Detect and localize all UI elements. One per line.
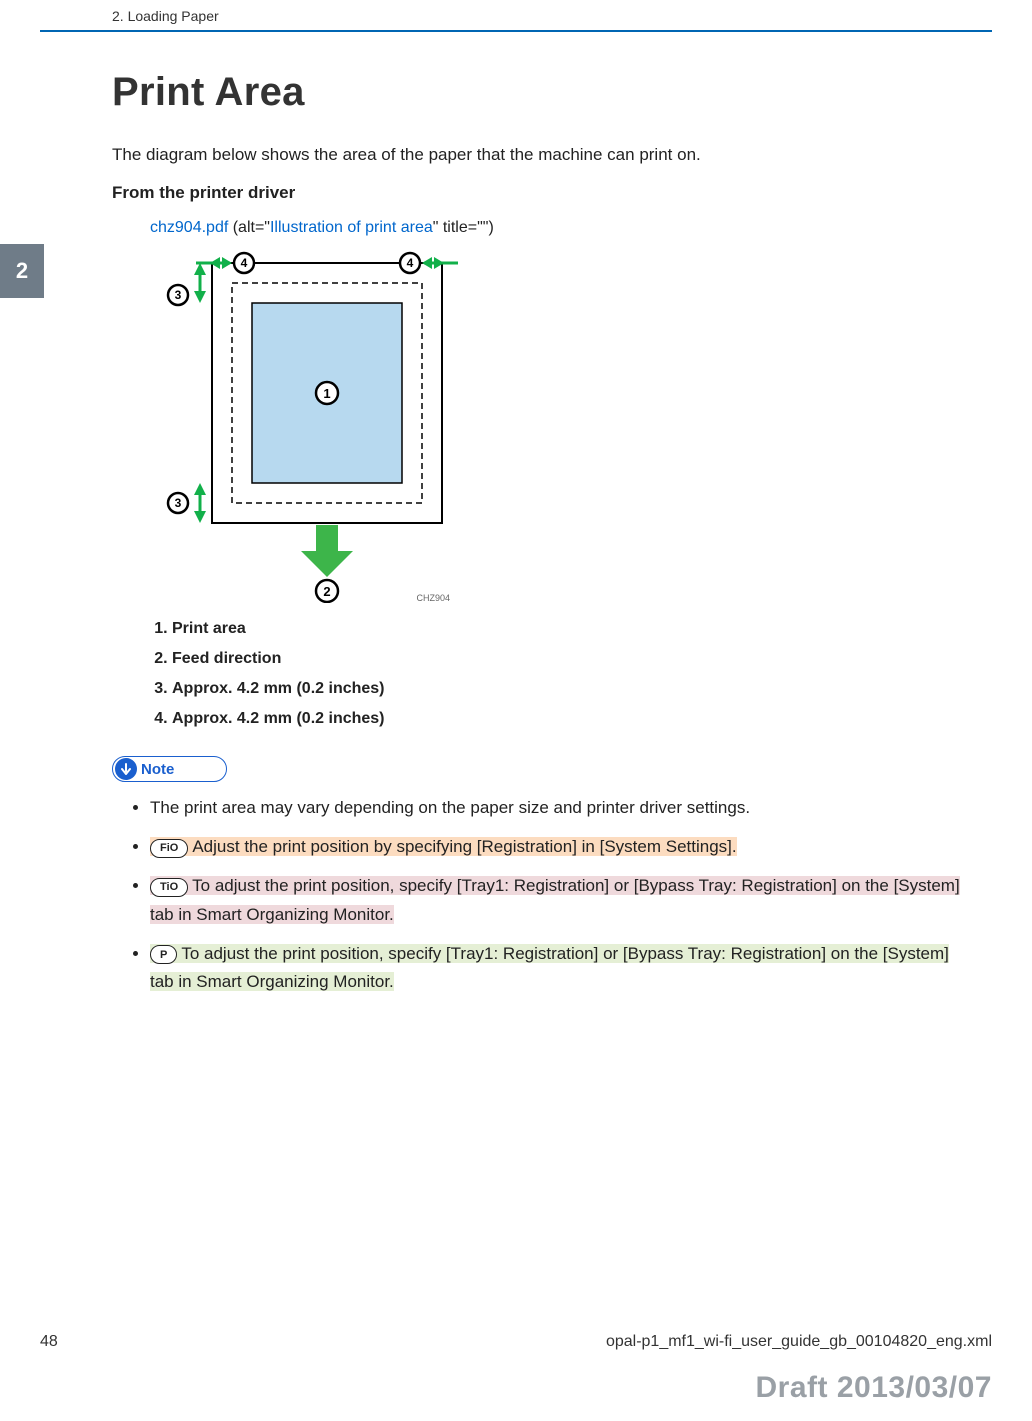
dimension-arrow-3-bottom [194,483,206,523]
svg-text:4: 4 [241,256,248,270]
callout-3-bottom: 3 [168,493,188,513]
legend-item: Approx. 4.2 mm (0.2 inches) [172,680,972,698]
svg-text:1: 1 [323,386,330,401]
alt-close: " title="") [433,219,494,236]
note-list: The print area may vary depending on the… [130,794,972,997]
note-item: FiOAdjust the print position by specifyi… [150,833,972,862]
alt-open: (alt=" [228,219,270,236]
figure-filename-link[interactable]: chz904.pdf [150,219,228,236]
svg-text:4: 4 [407,256,414,270]
running-header: 2. Loading Paper [0,0,1032,28]
intro-text: The diagram below shows the area of the … [112,145,972,165]
callout-3-top: 3 [168,285,188,305]
callout-2: 2 [316,580,338,602]
note-text: To adjust the print position, specify [T… [150,876,960,924]
note-item: TiOTo adjust the print position, specify… [150,872,972,930]
section-subhead: From the printer driver [112,183,972,203]
note-header: Note [112,756,227,782]
diagram-caption: CHZ904 [416,593,450,603]
feed-direction-arrow [301,525,353,577]
dimension-arrow-3-top [194,263,206,303]
note-text: Adjust the print position by specifying … [192,837,736,856]
legend-item: Feed direction [172,650,972,668]
legend-item: Approx. 4.2 mm (0.2 inches) [172,710,972,728]
source-filename: opal-p1_mf1_wi-fi_user_guide_gb_00104820… [606,1333,992,1351]
svg-text:3: 3 [175,496,182,510]
down-arrow-icon [115,758,137,780]
model-pill-p: P [150,945,177,964]
diagram-legend-list: Print area Feed direction Approx. 4.2 mm… [150,620,972,728]
svg-text:2: 2 [323,584,330,599]
callout-1: 1 [316,382,338,404]
callout-4-left: 4 [234,253,254,273]
chapter-label: 2. Loading Paper [112,8,219,24]
svg-text:3: 3 [175,288,182,302]
note-text: To adjust the print position, specify [T… [150,944,949,992]
draft-stamp: Draft 2013/03/07 [756,1371,993,1405]
note-item: The print area may vary depending on the… [150,794,972,823]
page-number: 48 [40,1333,58,1351]
header-rule [40,30,992,32]
figure-alt-text: Illustration of print area [270,219,433,236]
model-pill-tio: TiO [150,878,188,897]
print-area-diagram: 4 4 3 [160,243,972,608]
page-footer: 48 opal-p1_mf1_wi-fi_user_guide_gb_00104… [40,1333,992,1351]
chapter-side-tab-number: 2 [16,258,28,284]
page-title: Print Area [112,70,972,115]
legend-item: Print area [172,620,972,638]
chapter-side-tab: 2 [0,244,44,298]
note-label: Note [141,761,174,778]
callout-4-right: 4 [400,253,420,273]
note-item: PTo adjust the print position, specify [… [150,940,972,998]
figure-source-reference: chz904.pdf (alt="Illustration of print a… [150,219,972,237]
note-text: The print area may vary depending on the… [150,798,750,817]
model-pill-fio: FiO [150,839,188,858]
